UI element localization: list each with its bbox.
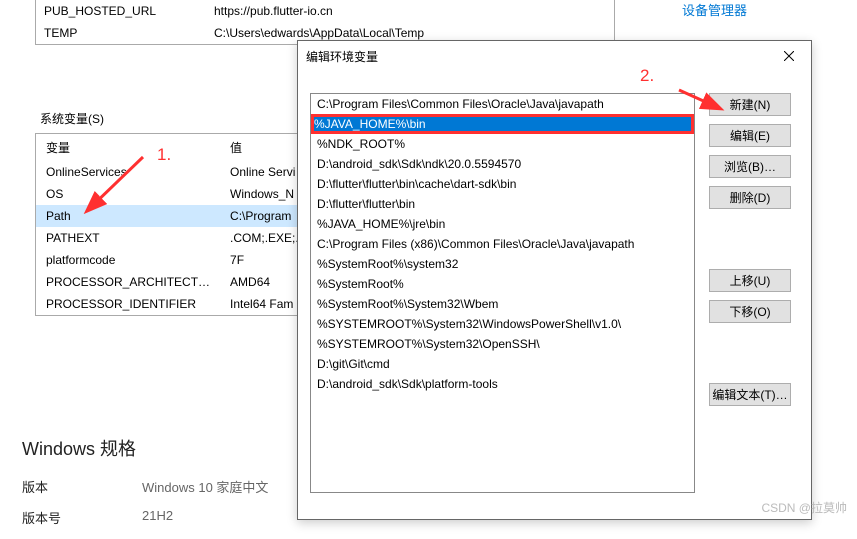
var-name: PATHEXT — [36, 227, 220, 249]
close-icon — [784, 51, 794, 61]
move-down-button[interactable]: 下移(O) — [709, 300, 791, 323]
list-item[interactable]: %SYSTEMROOT%\System32\WindowsPowerShell\… — [311, 314, 694, 334]
list-item[interactable]: %JAVA_HOME%\bin — [311, 114, 694, 134]
watermark: CSDN @拉莫帅 — [761, 499, 847, 516]
spec-row: 版本号21H2 — [22, 508, 268, 527]
list-item[interactable]: D:\flutter\flutter\bin — [311, 194, 694, 214]
col-header-name[interactable]: 变量 — [36, 134, 220, 161]
edit-text-button[interactable]: 编辑文本(T)… — [709, 383, 791, 406]
move-up-button[interactable]: 上移(U) — [709, 269, 791, 292]
user-vars-table: PUB_HOSTED_URLhttps://pub.flutter-io.cnT… — [36, 0, 614, 44]
var-name: PUB_HOSTED_URL — [36, 0, 206, 22]
var-name: platformcode — [36, 249, 220, 271]
var-value: https://pub.flutter-io.cn — [206, 0, 614, 22]
windows-spec-section: Windows 规格 版本Windows 10 家庭中文版本号21H2 — [22, 435, 268, 539]
edit-button[interactable]: 编辑(E) — [709, 124, 791, 147]
list-item[interactable]: %SystemRoot% — [311, 274, 694, 294]
var-name: Path — [36, 205, 220, 227]
list-item[interactable]: D:\android_sdk\Sdk\ndk\20.0.5594570 — [311, 154, 694, 174]
var-name: PROCESSOR_IDENTIFIER — [36, 293, 220, 315]
var-name: TEMP — [36, 22, 206, 44]
list-item[interactable]: %NDK_ROOT% — [311, 134, 694, 154]
var-name: OnlineServices — [36, 161, 220, 183]
delete-button[interactable]: 删除(D) — [709, 186, 791, 209]
list-item[interactable]: %JAVA_HOME%\jre\bin — [311, 214, 694, 234]
list-item[interactable]: %SystemRoot%\system32 — [311, 254, 694, 274]
annotation-label-2: 2. — [640, 66, 654, 86]
var-name: PROCESSOR_ARCHITECT… — [36, 271, 220, 293]
list-item[interactable]: C:\Program Files (x86)\Common Files\Orac… — [311, 234, 694, 254]
dialog-title: 编辑环境变量 — [306, 48, 378, 65]
dialog-titlebar[interactable]: 编辑环境变量 — [298, 41, 811, 71]
list-item[interactable]: %SYSTEMROOT%\System32\OpenSSH\ — [311, 334, 694, 354]
close-button[interactable] — [766, 41, 811, 71]
spec-value: 21H2 — [142, 508, 173, 527]
new-button[interactable]: 新建(N) — [709, 93, 791, 116]
spec-value: Windows 10 家庭中文 — [142, 477, 268, 496]
spec-label: 版本 — [22, 477, 142, 496]
dialog-button-column: 新建(N) 编辑(E) 浏览(B)… 删除(D) 上移(U) 下移(O) 编辑文… — [709, 93, 791, 493]
related-links: 设备管理器 — [682, 0, 747, 29]
path-listbox[interactable]: C:\Program Files\Common Files\Oracle\Jav… — [310, 93, 695, 493]
spec-label: 版本号 — [22, 508, 142, 527]
list-item[interactable]: C:\Program Files\Common Files\Oracle\Jav… — [311, 94, 694, 114]
list-item[interactable]: %SystemRoot%\System32\Wbem — [311, 294, 694, 314]
edit-env-dialog: 编辑环境变量 C:\Program Files\Common Files\Ora… — [297, 40, 812, 520]
device-manager-link[interactable]: 设备管理器 — [682, 0, 747, 19]
var-name: OS — [36, 183, 220, 205]
annotation-label-1: 1. — [157, 145, 171, 165]
list-item[interactable]: D:\git\Git\cmd — [311, 354, 694, 374]
browse-button[interactable]: 浏览(B)… — [709, 155, 791, 178]
windows-spec-title: Windows 规格 — [22, 435, 268, 461]
list-item[interactable]: D:\android_sdk\Sdk\platform-tools — [311, 374, 694, 394]
table-row[interactable]: PUB_HOSTED_URLhttps://pub.flutter-io.cn — [36, 0, 614, 22]
spec-row: 版本Windows 10 家庭中文 — [22, 477, 268, 496]
user-vars-panel: PUB_HOSTED_URLhttps://pub.flutter-io.cnT… — [35, 0, 615, 45]
list-item[interactable]: D:\flutter\flutter\bin\cache\dart-sdk\bi… — [311, 174, 694, 194]
